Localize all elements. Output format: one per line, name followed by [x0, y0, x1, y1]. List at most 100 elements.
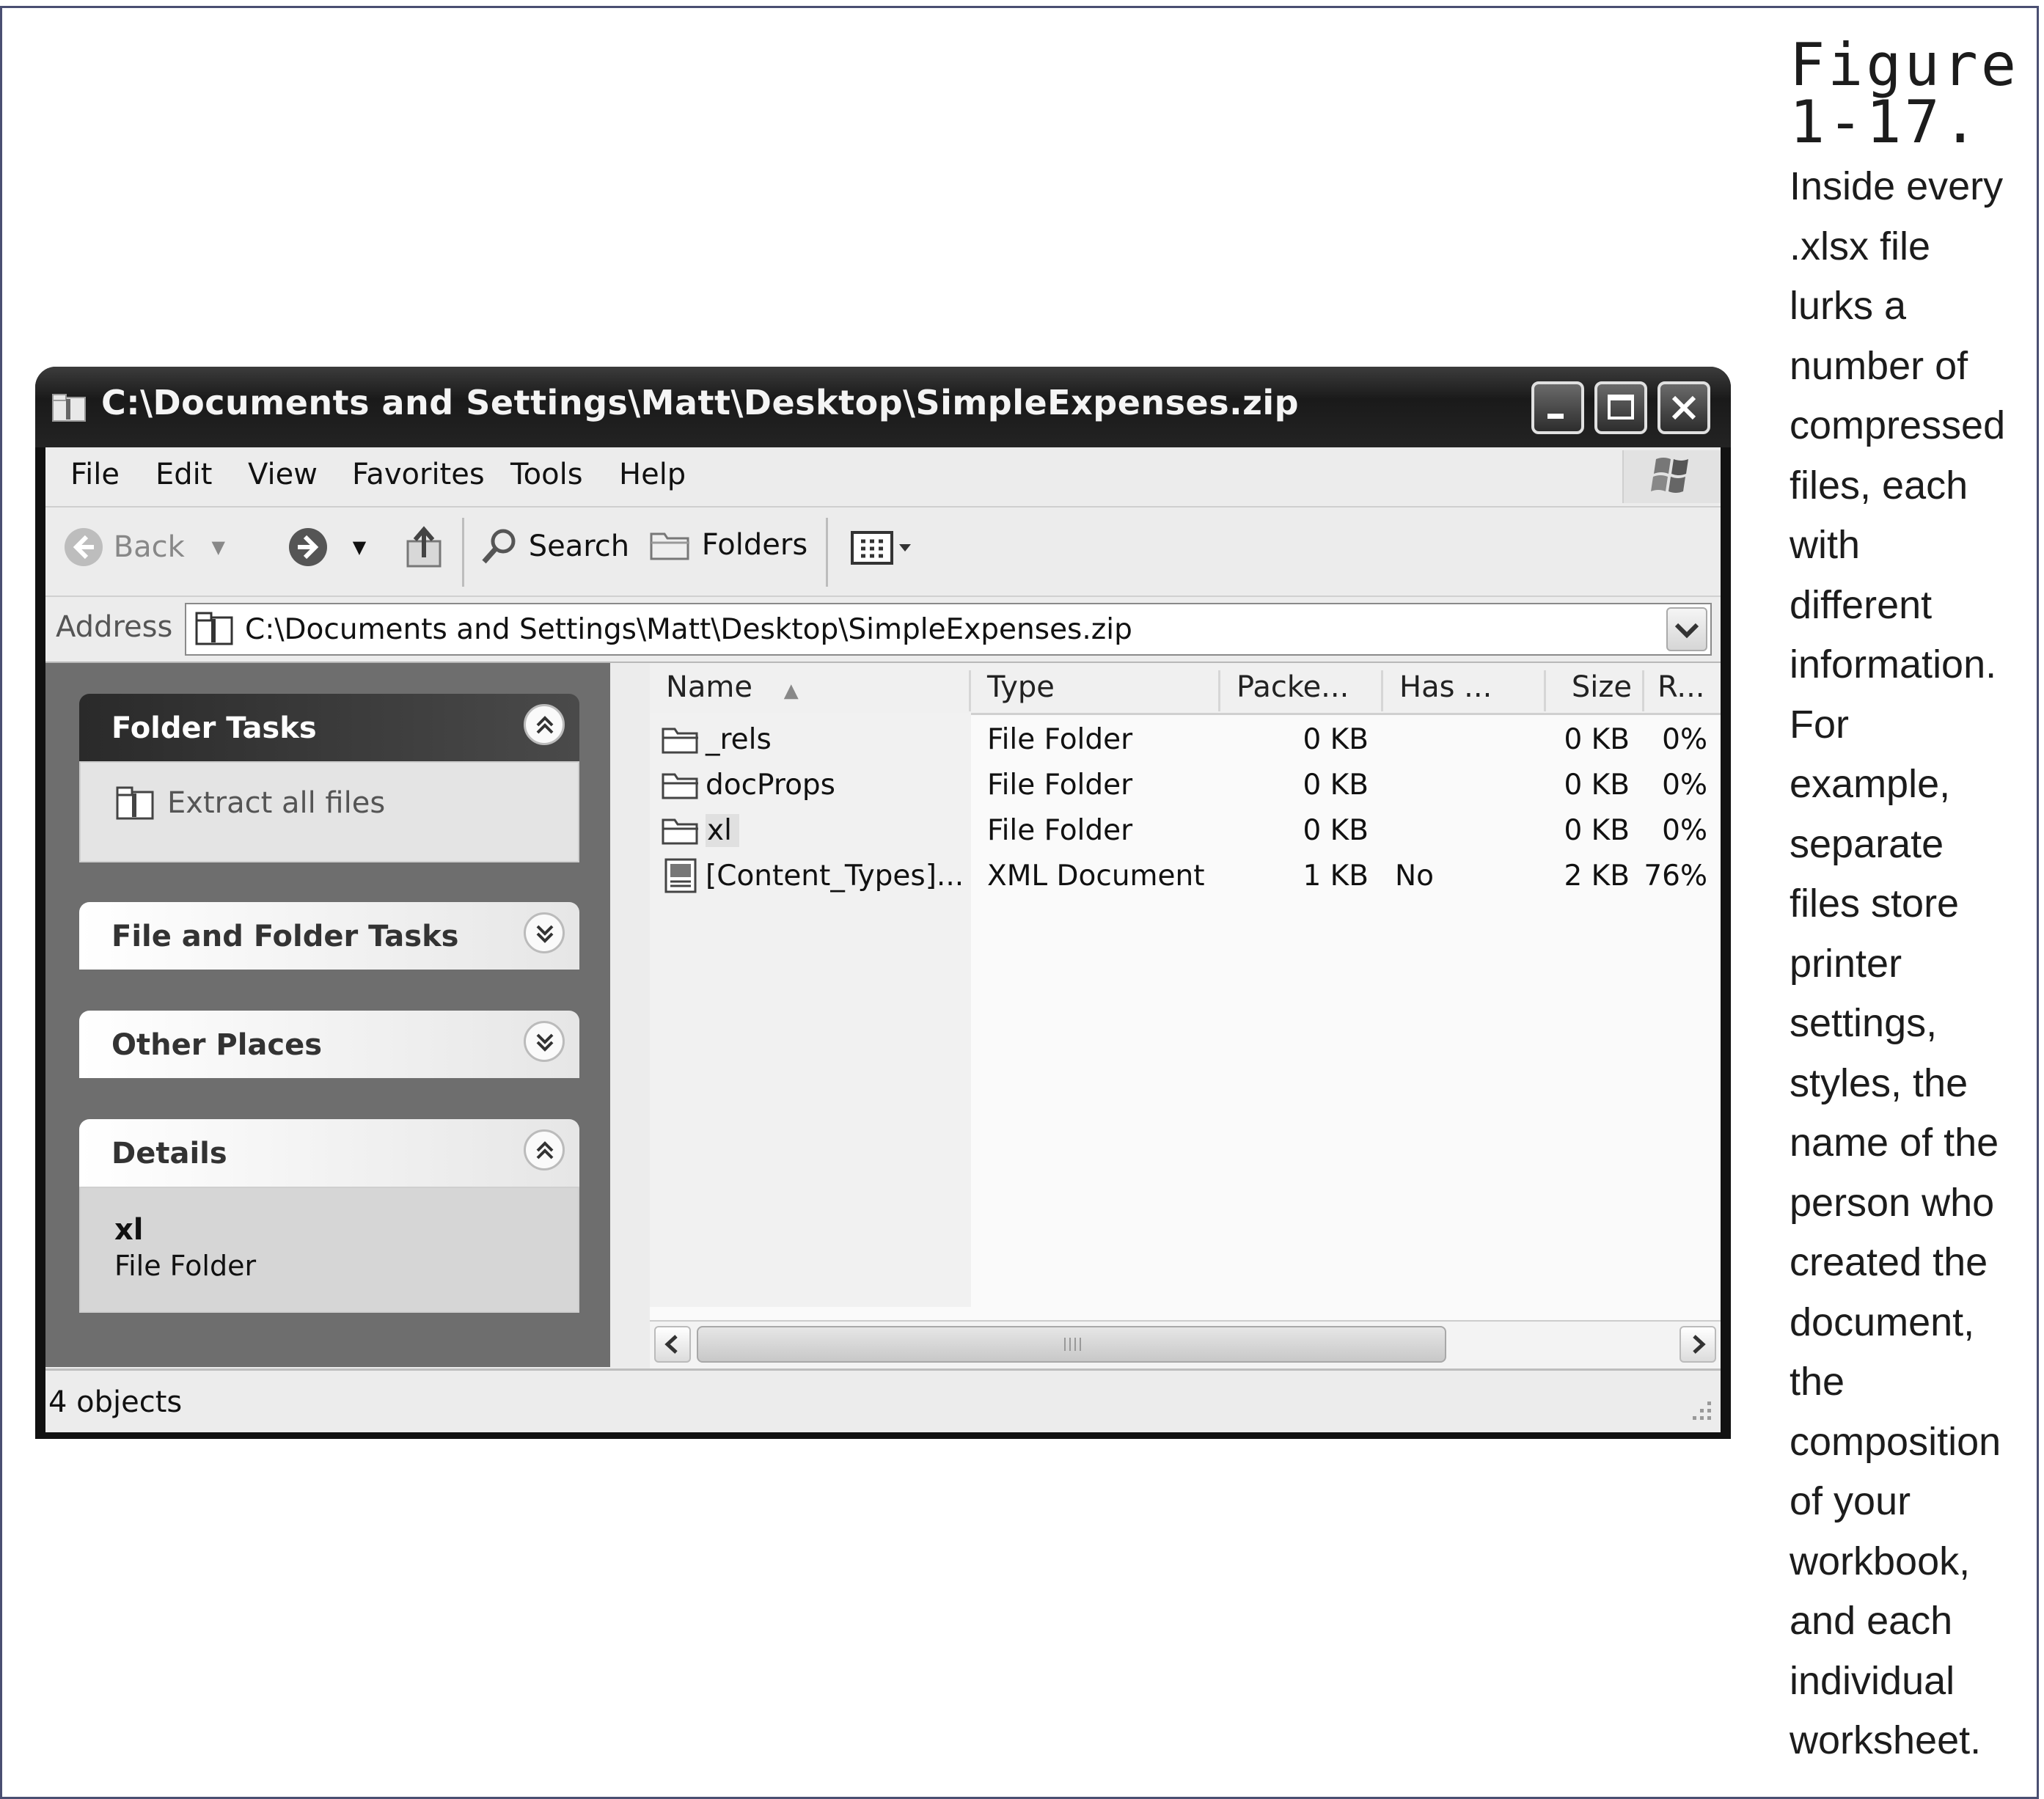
- chevron-down-icon: [1674, 623, 1699, 639]
- address-label: Address: [56, 610, 173, 644]
- menu-file[interactable]: File: [70, 458, 120, 491]
- extract-all-files-label: Extract all files: [167, 786, 386, 820]
- caption-line: created the: [1790, 1240, 1988, 1284]
- file-ratio: 0%: [1662, 814, 1707, 847]
- file-size: 0 KB: [1564, 723, 1630, 756]
- file-list: Name ▲ Type Packe... Has ... Size R... _…: [650, 663, 1721, 1369]
- file-folder-tasks-panel: File and Folder Tasks: [79, 902, 579, 970]
- search-icon: [482, 529, 516, 564]
- maximize-button[interactable]: [1594, 381, 1647, 434]
- window-client: File Edit View Favorites Tools Help Back…: [45, 447, 1721, 1432]
- caption-line: individual: [1790, 1658, 1955, 1703]
- caption-line: files, each: [1790, 463, 1968, 508]
- title-bar[interactable]: C:\Documents and Settings\Matt\Desktop\S…: [35, 367, 1731, 447]
- expand-button[interactable]: [524, 1021, 565, 1062]
- file-folder-tasks-header[interactable]: File and Folder Tasks: [79, 902, 579, 970]
- scroll-left-button[interactable]: [654, 1326, 691, 1363]
- views-grid-icon: [851, 531, 911, 565]
- column-header-type[interactable]: Type: [971, 670, 1220, 711]
- explorer-window: C:\Documents and Settings\Matt\Desktop\S…: [35, 367, 1731, 1439]
- back-button[interactable]: Back ▼: [63, 527, 225, 568]
- minimize-button[interactable]: [1531, 381, 1584, 434]
- column-name-label: Name: [666, 670, 753, 704]
- back-dropdown-icon[interactable]: ▼: [212, 537, 225, 557]
- file-name: [Content_Types]...: [706, 860, 964, 893]
- menu-view[interactable]: View: [248, 458, 318, 491]
- forward-dropdown-icon[interactable]: ▼: [353, 537, 366, 557]
- chevron-right-icon: [1693, 1335, 1706, 1354]
- horizontal-scrollbar[interactable]: [650, 1320, 1721, 1369]
- menu-tools[interactable]: Tools: [510, 458, 583, 491]
- file-name: xl: [706, 814, 739, 847]
- figure-number: 1-17.: [1790, 88, 1981, 156]
- menu-help[interactable]: Help: [619, 458, 686, 491]
- file-size: 0 KB: [1564, 769, 1630, 802]
- folders-button[interactable]: Folders: [648, 527, 807, 563]
- file-packed: 1 KB: [1303, 860, 1369, 893]
- zip-folder-icon: [195, 612, 233, 645]
- extract-icon: [116, 786, 154, 820]
- minimize-icon: [1547, 414, 1564, 419]
- folders-icon: [650, 532, 689, 560]
- caption-line: Inside every: [1790, 164, 2004, 208]
- chevron-up-double-icon: [536, 716, 554, 734]
- column-header-size[interactable]: Size: [1546, 670, 1644, 711]
- close-icon: [1671, 395, 1696, 420]
- expand-button[interactable]: [524, 912, 565, 953]
- close-button[interactable]: [1657, 381, 1710, 434]
- column-header-name[interactable]: Name ▲: [650, 670, 971, 711]
- menu-edit[interactable]: Edit: [155, 458, 212, 491]
- file-row[interactable]: docProps File Folder 0 KB 0 KB 0%: [650, 763, 1721, 808]
- chevron-up-double-icon: [536, 1141, 554, 1159]
- details-body: xl File Folder: [79, 1187, 579, 1313]
- folders-label: Folders: [701, 528, 808, 562]
- address-input[interactable]: C:\Documents and Settings\Matt\Desktop\S…: [185, 603, 1712, 656]
- folder-tasks-body: Extract all files: [79, 761, 579, 862]
- caption-line: number of: [1790, 343, 1968, 388]
- caption-text: Inside every .xlsx file lurks a number o…: [1790, 157, 2039, 1771]
- scroll-thumb[interactable]: [697, 1326, 1446, 1363]
- caption-line: compressed: [1790, 403, 2006, 447]
- caption-line: example,: [1790, 762, 1951, 806]
- other-places-header[interactable]: Other Places: [79, 1011, 579, 1078]
- chevron-down-double-icon: [536, 925, 554, 943]
- forward-button[interactable]: ▼: [287, 527, 366, 568]
- scroll-right-button[interactable]: [1679, 1326, 1716, 1363]
- address-value: C:\Documents and Settings\Matt\Desktop\S…: [245, 613, 1132, 646]
- other-places-panel: Other Places: [79, 1011, 579, 1078]
- column-header-has[interactable]: Has ...: [1383, 670, 1546, 711]
- views-button[interactable]: [851, 530, 917, 574]
- collapse-button[interactable]: [524, 704, 565, 745]
- caption-line: of your: [1790, 1479, 1911, 1523]
- search-button[interactable]: Search: [480, 527, 629, 566]
- file-row[interactable]: xl File Folder 0 KB 0 KB 0%: [650, 808, 1721, 854]
- xml-document-icon: [664, 858, 697, 893]
- column-header-row: Name ▲ Type Packe... Has ... Size R...: [650, 663, 1721, 715]
- caption-line: files store: [1790, 882, 1960, 926]
- column-header-ratio[interactable]: R...: [1644, 670, 1721, 711]
- collapse-button[interactable]: [524, 1129, 565, 1170]
- folder-icon: [662, 818, 698, 845]
- resize-grip-icon[interactable]: [1679, 1391, 1716, 1428]
- details-item-type: File Folder: [114, 1250, 257, 1282]
- file-row[interactable]: [Content_Types]... XML Document 1 KB No …: [650, 854, 1721, 899]
- folder-tasks-header[interactable]: Folder Tasks: [79, 694, 579, 761]
- column-header-packed[interactable]: Packe...: [1220, 670, 1383, 711]
- details-header[interactable]: Details: [79, 1119, 579, 1187]
- caption-line: information.: [1790, 642, 1997, 686]
- menu-bar: File Edit View Favorites Tools Help: [45, 447, 1721, 508]
- address-dropdown-button[interactable]: [1666, 607, 1707, 651]
- file-ratio: 0%: [1662, 723, 1707, 756]
- up-folder-button[interactable]: [402, 524, 446, 578]
- extract-all-files-link[interactable]: Extract all files: [114, 785, 385, 821]
- caption-line: person who: [1790, 1180, 1995, 1225]
- toolbar: Back ▼ ▼ Search Folders: [45, 508, 1721, 597]
- file-type: File Folder: [987, 723, 1133, 756]
- folder-icon: [662, 773, 698, 799]
- caption-line: .xlsx file: [1790, 224, 1931, 268]
- caption-line: name of the: [1790, 1121, 1999, 1165]
- panel-title: Other Places: [111, 1028, 323, 1062]
- menu-favorites[interactable]: Favorites: [352, 458, 485, 491]
- file-row[interactable]: _rels File Folder 0 KB 0 KB 0%: [650, 717, 1721, 763]
- task-pane: Folder Tasks Extract all files File and …: [45, 663, 610, 1367]
